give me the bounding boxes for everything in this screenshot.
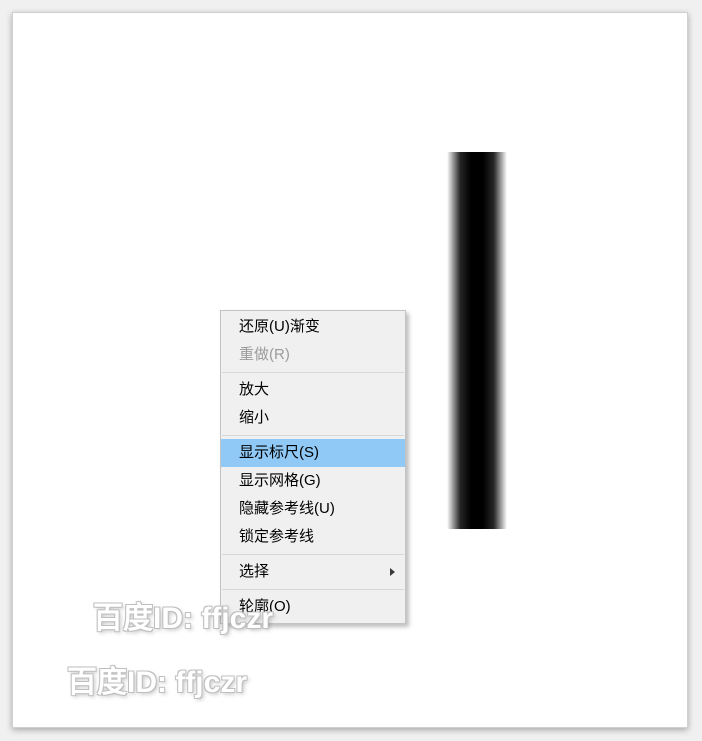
watermark-text: 百度ID: ffjczr — [67, 657, 247, 701]
menu-item-show-ruler[interactable]: 显示标尺(S) — [221, 439, 405, 467]
menu-item-hide-guides[interactable]: 隐藏参考线(U) — [221, 495, 405, 523]
menu-item-select-label: 选择 — [239, 563, 269, 580]
context-menu: 还原(U)渐变 重做(R) 放大 缩小 显示标尺(S) 显示网格(G) 隐藏参考… — [220, 310, 406, 624]
menu-separator — [222, 589, 404, 590]
menu-item-lock-guides[interactable]: 锁定参考线 — [221, 523, 405, 551]
canvas-area: 还原(U)渐变 重做(R) 放大 缩小 显示标尺(S) 显示网格(G) 隐藏参考… — [12, 12, 688, 728]
menu-separator — [222, 435, 404, 436]
submenu-arrow-icon — [390, 568, 395, 576]
watermark-text: 百度ID: ffjczr — [93, 593, 273, 637]
menu-item-zoom-out[interactable]: 缩小 — [221, 404, 405, 432]
menu-item-redo: 重做(R) — [221, 341, 405, 369]
menu-item-undo[interactable]: 还原(U)渐变 — [221, 313, 405, 341]
menu-item-zoom-in[interactable]: 放大 — [221, 376, 405, 404]
menu-item-show-grid[interactable]: 显示网格(G) — [221, 467, 405, 495]
menu-separator — [222, 554, 404, 555]
gradient-sample — [447, 152, 507, 529]
menu-separator — [222, 372, 404, 373]
menu-item-select[interactable]: 选择 — [221, 558, 405, 586]
